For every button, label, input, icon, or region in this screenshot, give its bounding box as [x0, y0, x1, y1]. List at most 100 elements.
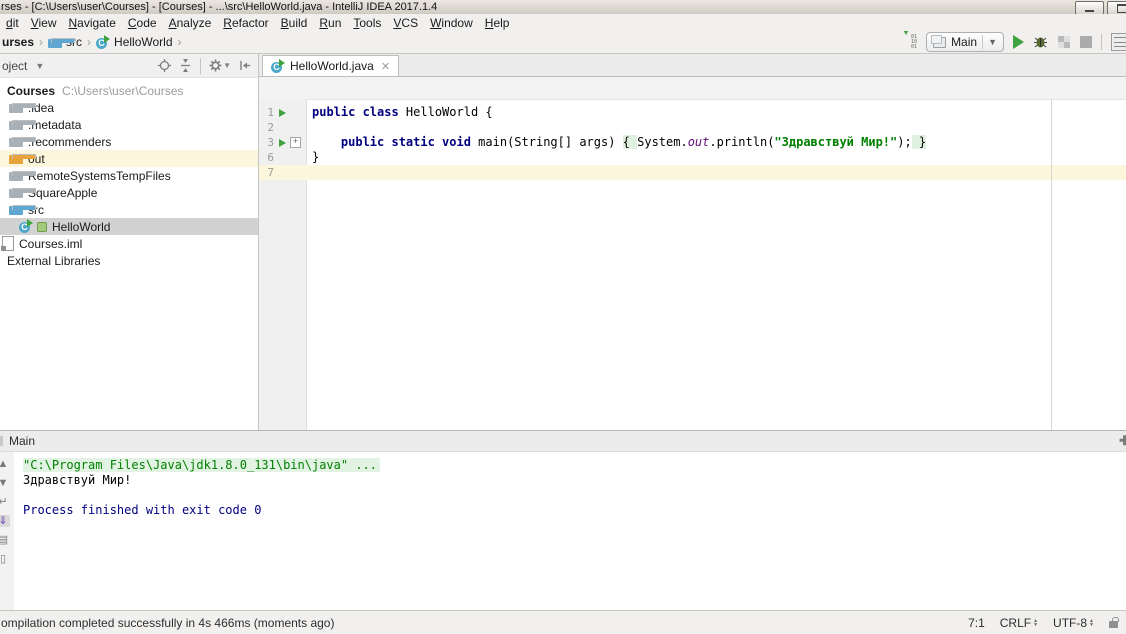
tree-item-courses-iml[interactable]: Courses.iml	[0, 235, 258, 252]
editor-line-2: 2	[259, 120, 1126, 135]
tree-item-src[interactable]: src	[0, 201, 258, 218]
minimize-icon	[1085, 10, 1094, 12]
settings-gear-icon[interactable]: ▼	[209, 59, 231, 72]
menu-dit[interactable]: dit	[0, 15, 25, 31]
encoding-widget[interactable]: UTF-8 ▲▼	[1053, 616, 1094, 630]
tree-item-label: HelloWorld	[52, 220, 110, 234]
console-output[interactable]: "C:\Program Files\Java\jdk1.8.0_131\bin\…	[14, 452, 1126, 611]
project-panel-title[interactable]: oject	[2, 59, 27, 73]
close-icon[interactable]: ✕	[381, 60, 390, 73]
tree-item-remotesystemstempfiles[interactable]: RemoteSystemsTempFiles	[0, 167, 258, 184]
tree-item-courses[interactable]: Courses C:\Users\user\Courses	[0, 82, 258, 99]
status-bar: ompilation completed successfully in 4s …	[0, 610, 1126, 634]
code-text[interactable]	[306, 165, 1126, 180]
run-panel-header: Main ✚	[0, 431, 1126, 452]
tree-item-label: SquareApple	[28, 186, 97, 200]
tree-item-label: Courses.iml	[19, 237, 82, 251]
panel-header-icon-partial[interactable]: ✚	[1119, 433, 1126, 449]
menu-help[interactable]: Help	[479, 15, 516, 31]
tree-item-squareapple[interactable]: SquareApple	[0, 184, 258, 201]
run-line-icon[interactable]	[279, 109, 286, 117]
menu-refactor[interactable]: Refactor	[217, 15, 274, 31]
code-text[interactable]	[306, 120, 1126, 135]
menu-build[interactable]: Build	[275, 15, 314, 31]
run-marker-icon	[37, 222, 47, 232]
panel-header-separator	[200, 58, 201, 74]
maximize-icon	[1117, 4, 1126, 13]
line-number: 7	[259, 165, 274, 180]
run-tab-main[interactable]: Main	[0, 434, 35, 448]
class-icon: C	[19, 220, 33, 233]
line-separator-widget[interactable]: CRLF ▲▼	[1000, 616, 1038, 630]
project-panel-header: oject ▼	[0, 54, 258, 78]
editor-tab-helloworld[interactable]: C HelloWorld.java ✕	[262, 55, 399, 76]
coverage-icon[interactable]	[1057, 35, 1071, 49]
breadcrumb-label: HelloWorld	[114, 35, 172, 49]
tree-item-idea[interactable]: .idea	[0, 99, 258, 116]
minimize-button[interactable]	[1075, 1, 1104, 14]
menu-window[interactable]: Window	[424, 15, 479, 31]
run-line-icon[interactable]	[279, 139, 286, 147]
lock-icon[interactable]	[1109, 621, 1118, 628]
print-icon[interactable]: ▤	[0, 534, 10, 546]
menu-view[interactable]: View	[25, 15, 63, 31]
folder-icon	[9, 102, 23, 113]
gutter-line-6: 6	[259, 150, 306, 165]
console-line: "C:\Program Files\Java\jdk1.8.0_131\bin\…	[23, 458, 1126, 473]
locate-icon[interactable]	[158, 59, 171, 72]
menu-run[interactable]: Run	[313, 15, 347, 31]
project-panel-header-icons: ▼	[158, 58, 252, 74]
clear-all-icon[interactable]: ▯	[0, 553, 10, 565]
run-config-icon	[933, 37, 946, 48]
run-configuration-selector[interactable]: Main ▼	[926, 32, 1004, 52]
line-number: 6	[259, 150, 274, 165]
editor-tab-label: HelloWorld.java	[290, 59, 374, 73]
editor-substrip	[259, 77, 1126, 100]
run-button[interactable]	[1013, 35, 1024, 49]
tree-item-label: RemoteSystemsTempFiles	[28, 169, 171, 183]
right-margin-guide	[1051, 99, 1052, 430]
make-project-icon[interactable]: 011001	[902, 35, 917, 50]
project-tool-window: oject ▼	[0, 54, 259, 430]
tree-item-path: C:\Users\user\Courses	[62, 84, 183, 98]
scroll-to-end-icon[interactable]: ⇓	[0, 515, 10, 527]
menu-navigate[interactable]: Navigate	[63, 15, 122, 31]
breadcrumb-item-src[interactable]: src	[48, 35, 82, 49]
menu-vcs[interactable]: VCS	[387, 15, 424, 31]
caret-position-widget[interactable]: 7:1	[968, 616, 985, 630]
collapse-all-icon[interactable]	[179, 59, 192, 72]
tree-item-out[interactable]: out	[0, 150, 258, 167]
menu-code[interactable]: Code	[122, 15, 163, 31]
tree-item-label: Courses	[7, 84, 55, 98]
debug-icon[interactable]	[1033, 35, 1048, 50]
scroll-up-icon[interactable]: ▲	[0, 458, 10, 470]
navigation-toolbar: urses›src›CHelloWorld› 011001 Main ▼	[0, 31, 1126, 54]
menu-tools[interactable]: Tools	[347, 15, 387, 31]
scroll-down-icon[interactable]: ▼	[0, 477, 10, 489]
window-controls	[1075, 1, 1126, 14]
tree-item-helloworld[interactable]: C HelloWorld	[0, 218, 258, 235]
breadcrumb-item-helloworld[interactable]: CHelloWorld	[96, 35, 172, 49]
folder-icon	[9, 153, 23, 164]
editor-tab-bar: C HelloWorld.java ✕	[259, 54, 1126, 77]
code-text[interactable]: public static void main(String[] args) {…	[306, 135, 1126, 150]
code-text[interactable]: }	[306, 150, 1126, 165]
menu-analyze[interactable]: Analyze	[163, 15, 218, 31]
code-text[interactable]: public class HelloWorld {	[306, 105, 1126, 120]
soft-wrap-icon[interactable]: ↵	[0, 496, 10, 508]
project-tree: Courses C:\Users\user\Courses.idea.metada…	[0, 78, 258, 430]
class-icon: C	[271, 60, 285, 73]
breadcrumb-item-urses[interactable]: urses	[2, 35, 34, 49]
breadcrumb: urses›src›CHelloWorld›	[0, 35, 187, 49]
chevron-down-icon[interactable]: ▼	[35, 61, 44, 71]
folder-icon	[9, 119, 23, 130]
toolbar-separator	[1101, 34, 1102, 50]
tree-item-external-libraries[interactable]: External Libraries	[0, 252, 258, 269]
maximize-button[interactable]	[1107, 1, 1126, 14]
editor-code-area[interactable]: 1public class HelloWorld {23+ public sta…	[259, 99, 1126, 430]
tree-item-metadata[interactable]: .metadata	[0, 116, 258, 133]
fold-plus-icon[interactable]: +	[290, 137, 301, 148]
hide-panel-icon[interactable]	[239, 59, 252, 72]
tree-item-recommenders[interactable]: .recommenders	[0, 133, 258, 150]
toolbar-partial-icon[interactable]	[1111, 33, 1126, 51]
